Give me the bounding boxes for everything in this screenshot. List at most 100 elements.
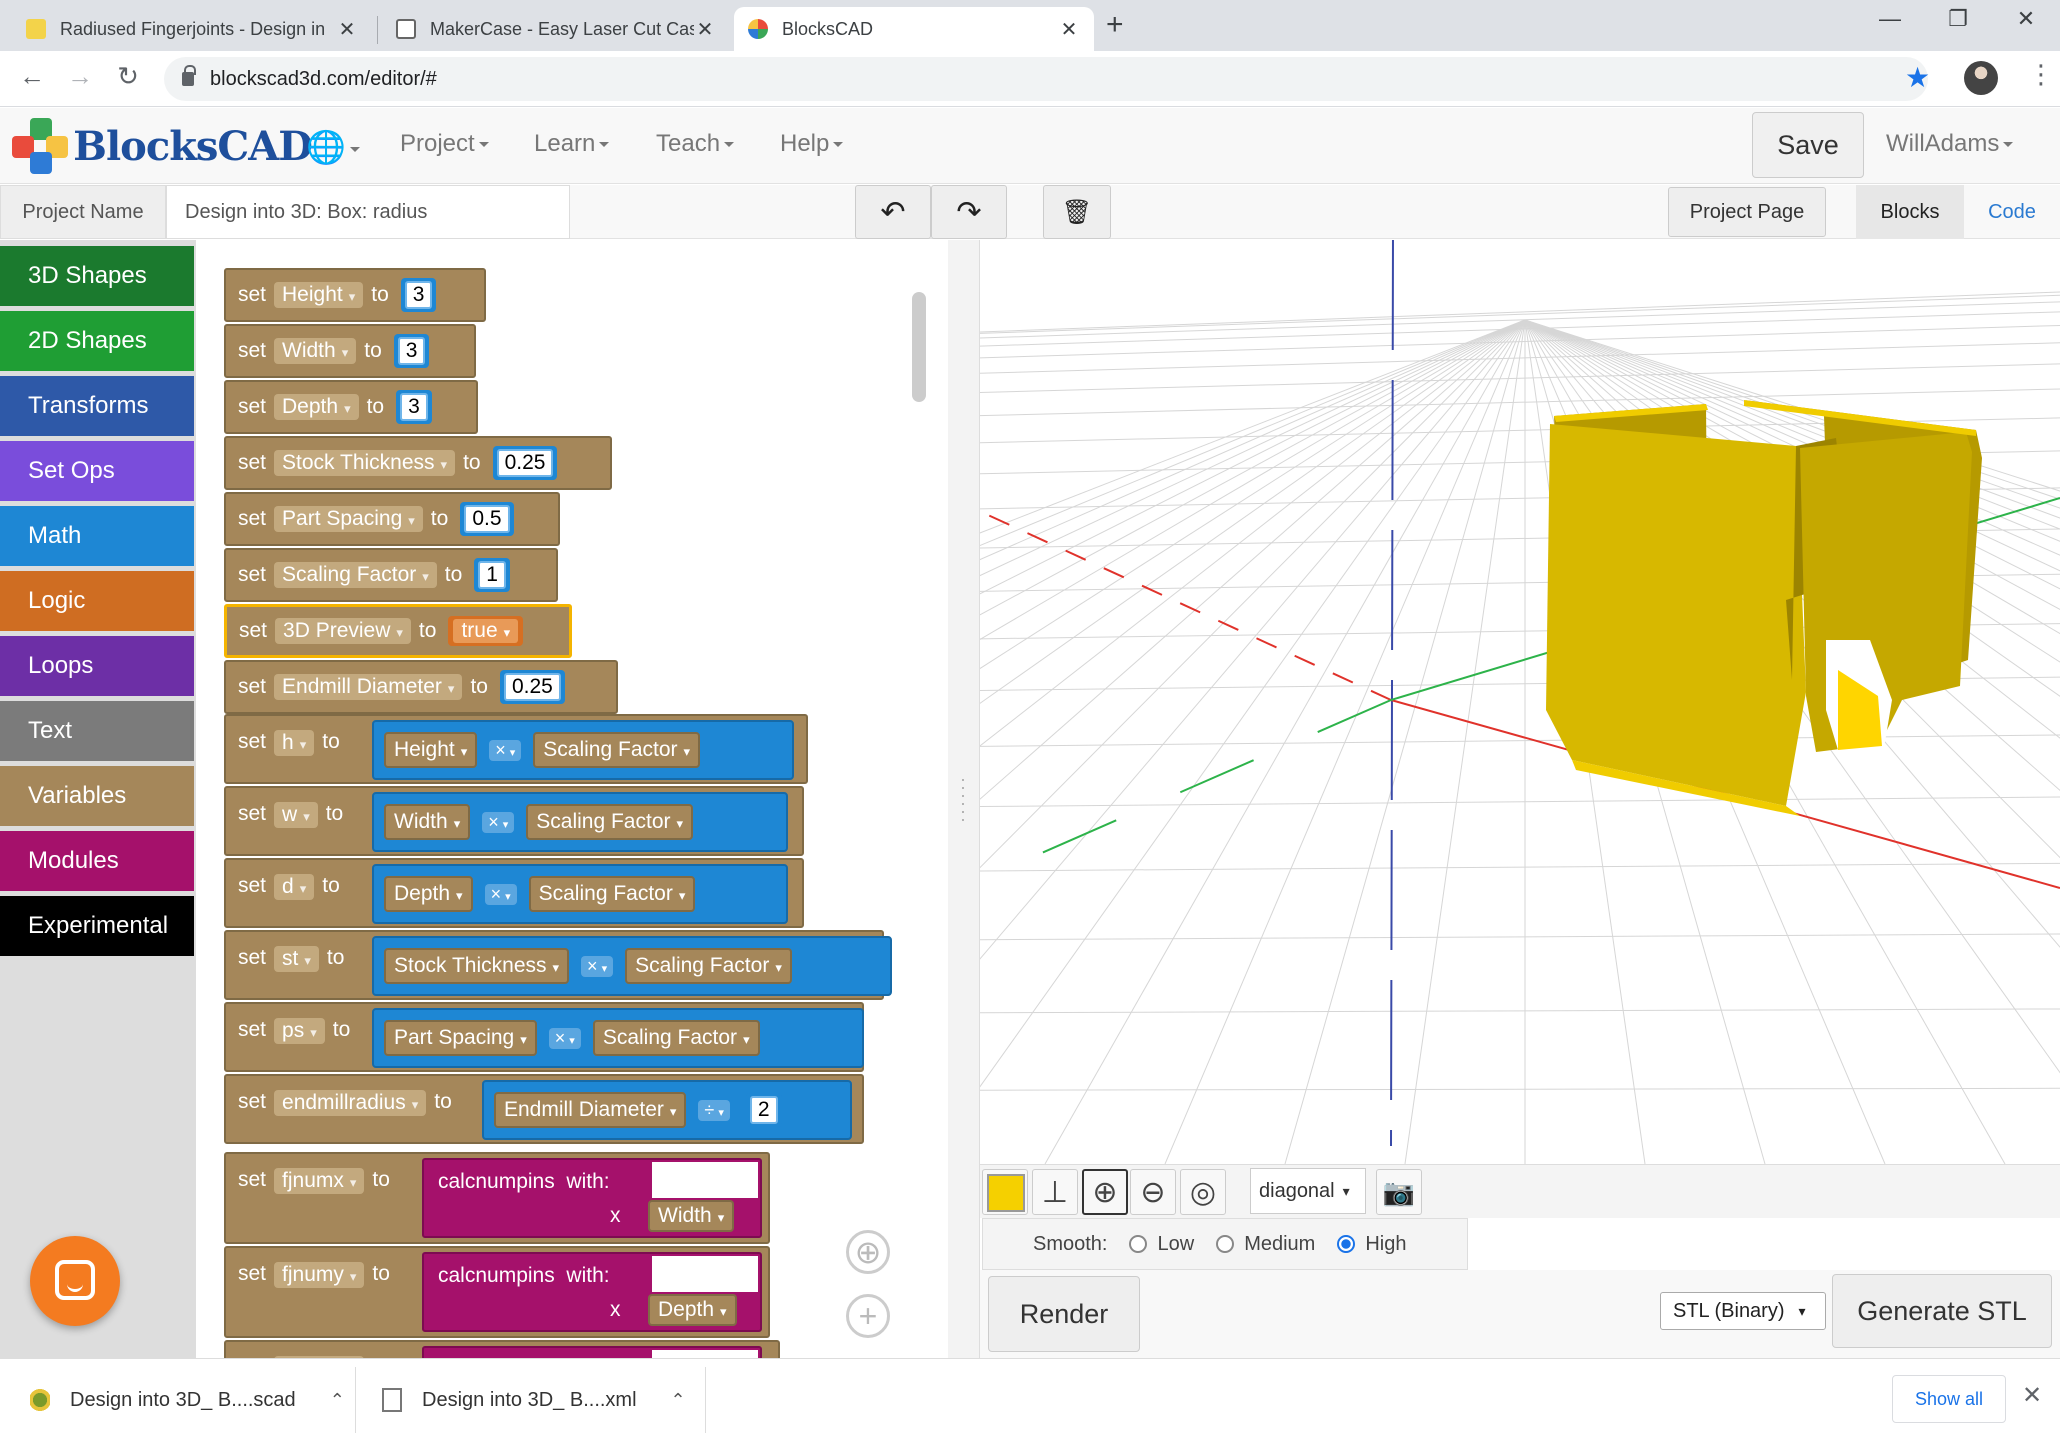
new-tab-button[interactable]: + <box>1106 8 1124 42</box>
arithmetic-block[interactable]: Stock Thickness × Scaling Factor <box>372 936 892 996</box>
value-field[interactable]: 3 <box>404 281 433 309</box>
category-item[interactable]: Transforms <box>0 376 194 436</box>
variable-dropdown[interactable]: h <box>274 730 315 756</box>
variable-dropdown[interactable]: w <box>274 802 318 828</box>
profile-avatar[interactable] <box>1964 61 1998 95</box>
argument-slot[interactable] <box>652 1350 758 1358</box>
3d-scene[interactable] <box>980 240 2060 1164</box>
screenshot-button[interactable]: 📷 <box>1376 1169 1422 1215</box>
axes-toggle-button[interactable]: ⊥ <box>1032 1169 1078 1215</box>
variable-get-block[interactable]: Scaling Factor <box>533 732 701 768</box>
value-field[interactable]: 0.5 <box>464 505 510 533</box>
redo-button[interactable]: ↷ <box>931 185 1007 239</box>
number-block[interactable]: 0.25 <box>499 670 565 704</box>
arithmetic-block[interactable]: Depth × Scaling Factor <box>372 864 788 924</box>
close-shelf-icon[interactable]: ✕ <box>2022 1381 2042 1410</box>
reset-view-button[interactable]: ◎ <box>1180 1169 1226 1215</box>
set-variable-block[interactable]: set Part Spacing to 0.5 <box>224 492 560 546</box>
minimize-button[interactable]: — <box>1870 6 1910 32</box>
variable-dropdown[interactable]: d <box>274 874 315 900</box>
tab-close-icon[interactable]: ✕ <box>1058 17 1080 42</box>
variable-get-block[interactable]: Scaling Factor <box>592 1020 760 1056</box>
variable-get-block[interactable]: Scaling Factor <box>526 804 694 840</box>
module-call-block[interactable]: calcnumpins with: <box>422 1346 762 1358</box>
save-button[interactable]: Save <box>1752 112 1864 178</box>
module-call-block[interactable]: calcnumpins with: x Depth <box>422 1252 762 1332</box>
back-button[interactable]: ← <box>14 61 50 92</box>
reload-button[interactable]: ↻ <box>110 61 146 92</box>
help-chat-button[interactable] <box>30 1236 120 1326</box>
category-item[interactable]: Math <box>0 506 194 566</box>
show-all-downloads-button[interactable]: Show all <box>1892 1375 2006 1423</box>
menu-help[interactable]: Help <box>780 130 844 158</box>
category-item[interactable]: 2D Shapes <box>0 311 194 371</box>
recenter-icon[interactable]: ⊕ <box>846 1230 890 1274</box>
undo-button[interactable]: ↶ <box>855 185 931 239</box>
chevron-up-icon[interactable]: ⌃ <box>671 1390 686 1411</box>
category-item[interactable]: Experimental <box>0 896 194 956</box>
number-block[interactable]: 0.25 <box>492 446 558 480</box>
arithmetic-block[interactable]: Part Spacing × Scaling Factor <box>372 1008 864 1068</box>
variable-dropdown[interactable]: Part Spacing <box>274 506 423 532</box>
color-picker-button[interactable] <box>982 1169 1028 1215</box>
arithmetic-block[interactable]: Width × Scaling Factor <box>372 792 788 852</box>
generate-stl-button[interactable]: Generate STL <box>1832 1274 2052 1348</box>
category-item[interactable]: 3D Shapes <box>0 246 194 306</box>
category-item[interactable]: Logic <box>0 571 194 631</box>
argument-slot[interactable] <box>652 1256 758 1292</box>
category-item[interactable]: Set Ops <box>0 441 194 501</box>
value-field[interactable]: 3 <box>397 337 426 365</box>
variable-dropdown[interactable]: Width <box>274 338 357 364</box>
view-angle-select[interactable]: diagonal ▾ <box>1250 1168 1366 1214</box>
number-block[interactable]: 3 <box>400 278 437 312</box>
category-item[interactable]: Loops <box>0 636 194 696</box>
download-item[interactable]: Design into 3D_ B....scad ⌃ <box>30 1359 345 1440</box>
variable-dropdown[interactable]: ps <box>274 1018 325 1044</box>
browser-menu-icon[interactable]: ⋮ <box>2028 59 2054 90</box>
variable-dropdown[interactable]: fjnumx <box>274 1168 365 1194</box>
variable-dropdown[interactable]: Stock Thickness <box>274 450 456 476</box>
blocks-workspace[interactable]: setHeightto3setWidthto3setDepthto3setSto… <box>196 240 948 1358</box>
number-block[interactable]: 2 <box>745 1093 782 1127</box>
operator-dropdown[interactable]: × <box>548 1027 581 1049</box>
variable-dropdown[interactable]: Depth <box>274 394 359 420</box>
value-field[interactable]: 1 <box>478 561 506 589</box>
variable-get-block[interactable]: Depth <box>384 876 473 912</box>
value-field[interactable]: true <box>453 619 519 643</box>
project-name-input[interactable] <box>166 185 570 239</box>
download-item[interactable]: Design into 3D_ B....xml ⌃ <box>382 1359 686 1440</box>
variable-dropdown[interactable]: Height <box>274 282 364 308</box>
value-field[interactable]: 2 <box>749 1096 778 1124</box>
restore-button[interactable]: ❐ <box>1938 6 1978 32</box>
set-variable-block[interactable]: set Endmill Diameter to 0.25 <box>224 660 618 714</box>
operator-dropdown[interactable]: × <box>482 811 515 833</box>
tab-code[interactable]: Code <box>1964 185 2060 239</box>
variable-get-block[interactable]: Height <box>384 732 478 768</box>
zoom-in-button[interactable]: ⊕ <box>1082 1169 1128 1215</box>
number-block[interactable]: 1 <box>474 558 510 592</box>
variable-get-block[interactable]: Width <box>384 804 471 840</box>
zoom-out-button[interactable]: ⊖ <box>1130 1169 1176 1215</box>
category-item[interactable]: Text <box>0 701 194 761</box>
url-input[interactable]: blockscad3d.com/editor/# <box>164 57 1928 101</box>
set-variable-block[interactable]: set 3D Preview totrue <box>224 604 572 658</box>
variable-get-block[interactable]: Stock Thickness <box>384 948 570 984</box>
project-page-button[interactable]: Project Page <box>1668 187 1826 237</box>
variable-get-block[interactable]: Scaling Factor <box>625 948 792 984</box>
variable-get-block[interactable]: Width <box>648 1200 735 1232</box>
operator-dropdown[interactable]: × <box>484 883 517 905</box>
set-variable-block[interactable]: set Widthto 3 <box>224 324 476 378</box>
variable-dropdown[interactable]: endmillradius <box>274 1090 427 1116</box>
chevron-up-icon[interactable]: ⌃ <box>330 1390 345 1411</box>
3d-viewport[interactable] <box>980 240 2060 1164</box>
export-format-select[interactable]: STL (Binary) ▾ <box>1660 1292 1826 1330</box>
bookmark-star-icon[interactable]: ★ <box>1905 61 1930 94</box>
variable-get-block[interactable]: Endmill Diameter <box>494 1092 687 1128</box>
variable-dropdown[interactable]: 3D Preview <box>275 618 411 644</box>
tab-close-icon[interactable]: ✕ <box>336 17 358 42</box>
language-globe-icon[interactable]: 🌐 <box>306 128 360 166</box>
smooth-medium-radio[interactable] <box>1216 1235 1235 1253</box>
value-field[interactable]: 3 <box>400 393 428 421</box>
set-variable-block[interactable]: set Stock Thickness to 0.25 <box>224 436 612 490</box>
render-button[interactable]: Render <box>988 1276 1140 1352</box>
